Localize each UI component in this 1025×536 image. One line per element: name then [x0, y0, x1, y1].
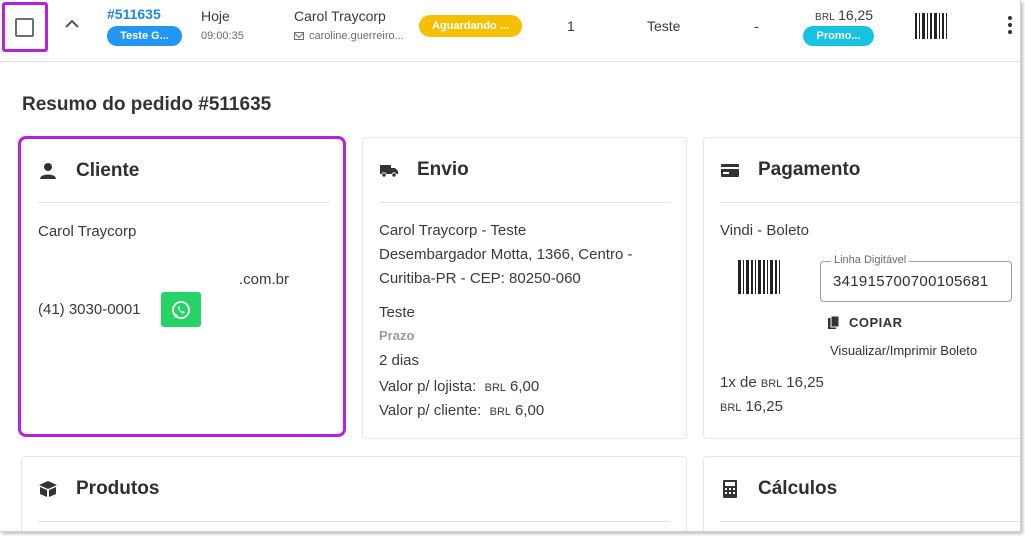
divider: [38, 521, 670, 522]
envio-address-line1: Carol Traycorp - Teste: [379, 222, 527, 239]
box-icon: [39, 481, 57, 497]
order-total-value: 16,25: [838, 7, 874, 23]
valor-lojista-value: 6,00: [510, 378, 540, 395]
prazo-label: Prazo: [379, 328, 415, 343]
cliente-title: Cliente: [76, 160, 140, 181]
linha-digitavel-field[interactable]: Linha Digitável 341915700700105681: [820, 254, 1012, 302]
order-time: 09:00:35: [201, 30, 244, 42]
cliente-card-header: Cliente: [38, 139, 139, 203]
divider: [379, 202, 671, 203]
barcode-icon: [738, 260, 780, 294]
payment-total-value: 16,25: [745, 398, 783, 415]
calculos-card-header: Cálculos: [720, 457, 837, 521]
order-select-checkbox[interactable]: [15, 18, 34, 37]
envio-address-line3: Curitiba-PR - CEP: 80250-060: [379, 270, 581, 287]
produtos-card-header: Produtos: [38, 457, 159, 521]
divider: [720, 202, 1020, 203]
produtos-title: Produtos: [76, 478, 160, 499]
order-panel: #511635 Teste G... Hoje 09:00:35 Carol T…: [0, 0, 1021, 532]
copy-icon: [828, 315, 840, 329]
linha-digitavel-value: 341915700700105681: [833, 273, 989, 290]
order-id-link[interactable]: #511635: [107, 6, 161, 22]
divider: [38, 202, 330, 203]
payment-total-currency: BRL: [720, 402, 742, 414]
valor-cliente: Valor p/ cliente: BRL 6,00: [379, 402, 544, 419]
chevron-up-icon[interactable]: [62, 14, 82, 34]
summary-title: Resumo do pedido #511635: [22, 94, 272, 115]
installments-value: 16,25: [786, 374, 824, 391]
cliente-card: Cliente Carol Traycorp .com.br (41) 3030…: [18, 136, 346, 437]
envio-method: Teste: [379, 304, 415, 321]
payment-method: Vindi - Boleto: [720, 222, 809, 239]
valor-cliente-value: 6,00: [515, 402, 545, 419]
installments-currency: BRL: [760, 378, 783, 390]
more-vertical-icon[interactable]: [1006, 16, 1014, 38]
customer-email: caroline.guerreiro...: [294, 30, 404, 42]
valor-lojista: Valor p/ lojista: BRL 6,00: [379, 378, 539, 395]
calculos-card: Cálculos: [703, 456, 1020, 531]
envio-title: Envio: [417, 159, 469, 180]
whatsapp-button[interactable]: [161, 292, 201, 327]
whatsapp-icon: [172, 301, 190, 319]
cliente-name: Carol Traycorp: [38, 223, 137, 240]
credit-card-icon: [721, 164, 739, 177]
boleto-link[interactable]: Visualizar/Imprimir Boleto: [830, 343, 977, 358]
order-total: BRL 16,25: [815, 7, 873, 23]
installments: 1x de BRL 16,25: [720, 374, 824, 391]
valor-cliente-currency: BRL: [489, 406, 512, 418]
barcode-icon[interactable]: [914, 12, 948, 40]
checkbox-highlight: [2, 2, 48, 52]
envio-card-header: Envio: [379, 138, 469, 202]
envio-address-line2: Desembargador Motta, 1366, Centro -: [379, 246, 633, 263]
order-tag-badge: Teste G...: [107, 26, 182, 46]
customer-name: Carol Traycorp: [294, 8, 386, 24]
copy-label: COPIAR: [849, 315, 903, 330]
order-total-currency: BRL: [815, 12, 836, 23]
pagamento-card-header: Pagamento: [720, 138, 860, 202]
truck-icon: [380, 165, 398, 178]
valor-lojista-label: Valor p/ lojista:: [379, 378, 477, 395]
shipping-method: Teste: [647, 18, 681, 34]
cliente-phone: (41) 3030-0001: [38, 301, 141, 318]
calculos-title: Cálculos: [758, 478, 838, 499]
envio-card: Envio Carol Traycorp - Teste Desembargad…: [362, 137, 687, 439]
person-icon: [40, 163, 56, 179]
copy-button[interactable]: COPIAR: [828, 315, 903, 330]
order-date: Hoje: [201, 8, 230, 24]
produtos-card: Produtos: [21, 456, 687, 531]
promo-badge: Promo...: [803, 26, 874, 46]
cliente-email: .com.br: [239, 271, 290, 288]
mail-icon: [294, 32, 304, 40]
valor-lojista-currency: BRL: [484, 382, 507, 394]
prazo-value: 2 dias: [379, 352, 420, 369]
valor-cliente-label: Valor p/ cliente:: [379, 402, 482, 419]
order-quantity: 1: [567, 18, 575, 34]
installments-prefix: 1x de: [720, 374, 757, 391]
order-row: #511635 Teste G... Hoje 09:00:35 Carol T…: [0, 0, 1020, 62]
payment-total: BRL 16,25: [720, 398, 783, 415]
linha-digitavel-label: Linha Digitável: [831, 254, 910, 266]
divider: [720, 521, 1020, 522]
pagamento-title: Pagamento: [758, 159, 861, 180]
calculator-icon: [723, 480, 737, 498]
pagamento-card: Pagamento Vindi - Boleto Linha Digitável…: [703, 137, 1020, 439]
customer-email-text: caroline.guerreiro...: [309, 30, 404, 42]
empty-value: -: [754, 18, 759, 34]
status-badge: Aguardando ...: [419, 15, 522, 37]
